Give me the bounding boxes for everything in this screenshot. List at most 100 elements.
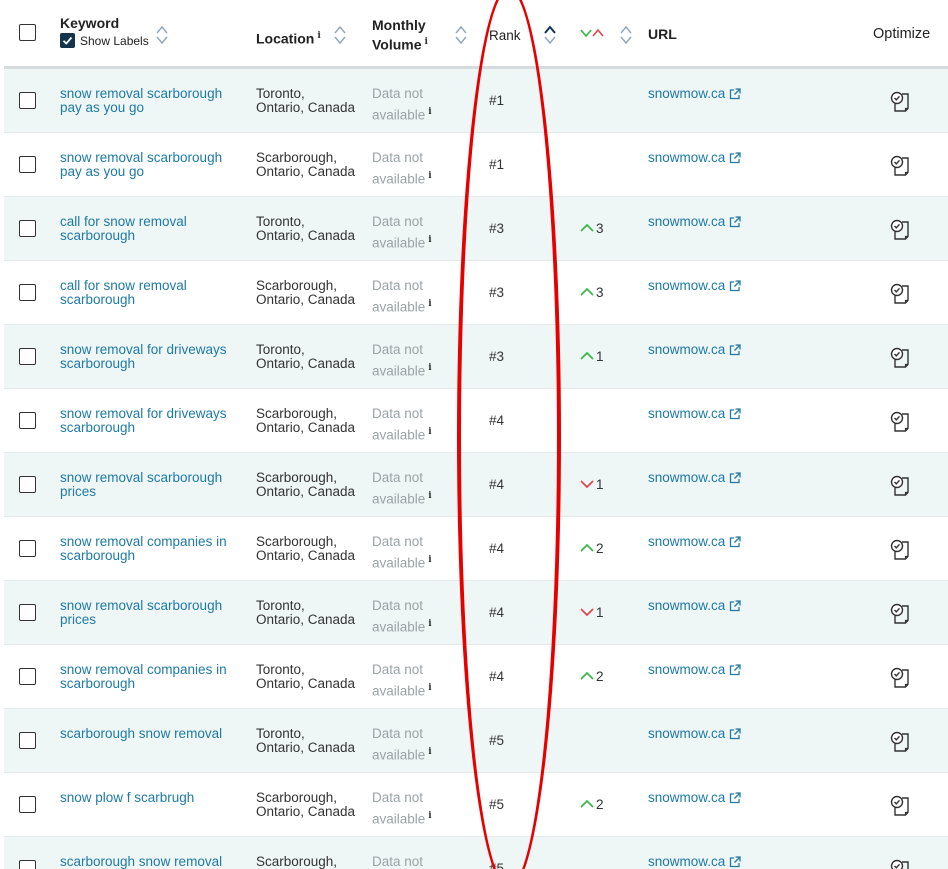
show-labels-checkbox[interactable] [60,33,75,48]
url-link[interactable]: snowmow.ca [648,663,741,677]
keyword-link[interactable]: call for snow removal scarborough [60,215,250,243]
optimize-button[interactable] [889,730,911,757]
volume-info-icon[interactable]: i [428,299,431,309]
volume-info-icon[interactable]: i [425,37,428,47]
location-text: Scarborough,Ontario, Canada [256,534,356,563]
sort-keyword-icon[interactable] [155,25,169,45]
location-info-icon[interactable]: i [317,31,320,41]
optimize-button[interactable] [889,858,911,869]
row-checkbox[interactable] [19,668,36,685]
location-text: Scarborough,Ontario, Canada [256,406,356,435]
row-checkbox[interactable] [19,796,36,813]
location-text: Toronto, Ontario, Canada [256,214,356,243]
rank-value: #4 [489,413,505,428]
optimize-button[interactable] [889,90,911,117]
location-text: Scarborough,Ontario, Canada [256,790,356,819]
row-checkbox[interactable] [19,860,36,869]
optimize-button[interactable] [889,666,911,693]
url-link[interactable]: snowmow.ca [648,599,741,613]
keyword-link[interactable]: snow removal scarborough prices [60,471,250,499]
table-row: snow removal companies in scarborough Tor… [4,645,948,709]
rank-value: #4 [489,477,505,492]
external-link-icon [730,216,741,228]
sort-volume-icon[interactable] [454,25,468,45]
row-checkbox[interactable] [19,284,36,301]
show-labels-toggle[interactable]: Show Labels [60,33,149,48]
keyword-link[interactable]: scarborough snow removal [60,727,250,741]
volume-info-icon[interactable]: i [428,427,431,437]
keyword-link[interactable]: snow removal scarborough prices [60,599,250,627]
select-all-checkbox[interactable] [19,24,36,41]
location-text: Scarborough,Ontario, Canada [256,470,356,499]
url-link[interactable]: snowmow.ca [648,151,741,165]
url-link[interactable]: snowmow.ca [648,407,741,421]
url-link[interactable]: snowmow.ca [648,855,741,869]
volume-info-icon[interactable]: i [428,235,431,245]
keyword-link[interactable]: snow removal for driveways scarborough [60,407,250,435]
table-row: snow removal for driveways scarborough Sc… [4,389,948,453]
optimize-button[interactable] [889,218,911,245]
volume-info-icon[interactable]: i [428,683,431,693]
optimize-button[interactable] [889,794,911,821]
rank-change: 1 [580,478,604,492]
rank-value: #4 [489,669,505,684]
location-text: Scarborough,Ontario, Canada [256,854,355,869]
url-link[interactable]: snowmow.ca [648,215,741,229]
row-checkbox[interactable] [19,476,36,493]
keyword-link[interactable]: snow removal companies in scarborough [60,535,250,563]
location-text: Toronto, Ontario, Canada [256,662,356,691]
monthly-volume-value: Data notavailablei [372,342,432,379]
volume-info-icon[interactable]: i [428,171,431,181]
url-link[interactable]: snowmow.ca [648,471,741,485]
table-row: snow removal companies in scarborough Sca… [4,517,948,581]
volume-info-icon[interactable]: i [428,491,431,501]
volume-info-icon[interactable]: i [428,747,431,757]
row-checkbox[interactable] [19,604,36,621]
keyword-link[interactable]: snow plow f scarbrugh [60,791,250,805]
optimize-button[interactable] [889,154,911,181]
row-checkbox[interactable] [19,348,36,365]
optimize-column-header: Optimize [873,26,931,42]
row-checkbox[interactable] [19,92,36,109]
url-link[interactable]: snowmow.ca [648,343,741,357]
optimize-button[interactable] [889,538,911,565]
url-link[interactable]: snowmow.ca [648,727,741,741]
location-column-header: Location i [256,30,321,47]
row-checkbox[interactable] [19,540,36,557]
table-header: Keyword Show Labels Location i Monthly Vo… [4,0,948,69]
sort-change-icon[interactable] [619,25,633,45]
sort-rank-icon[interactable] [543,25,557,45]
volume-info-icon[interactable]: i [428,363,431,373]
location-text: Toronto, Ontario, Canada [256,726,356,755]
table-row: snow removal scarborough prices Toronto, O… [4,581,948,645]
table-row: call for snow removal scarborough Toronto… [4,197,948,261]
row-checkbox[interactable] [19,220,36,237]
volume-info-icon[interactable]: i [428,107,431,117]
row-checkbox[interactable] [19,156,36,173]
show-labels-label: Show Labels [80,33,149,48]
volume-info-icon[interactable]: i [428,811,431,821]
optimize-button[interactable] [889,346,911,373]
keyword-link[interactable]: snow removal companies in scarborough [60,663,250,691]
keyword-link[interactable]: snow removal scarborough pay as you go [60,151,250,179]
volume-info-icon[interactable]: i [428,555,431,565]
url-link[interactable]: snowmow.ca [648,535,741,549]
url-column-header: URL [648,26,677,42]
optimize-button[interactable] [889,282,911,309]
keyword-link[interactable]: snow removal scarborough pay as you go [60,87,250,115]
url-link[interactable]: snowmow.ca [648,791,741,805]
keyword-link[interactable]: call for snow removal scarborough [60,279,250,307]
optimize-button[interactable] [889,602,911,629]
url-link[interactable]: snowmow.ca [648,279,741,293]
optimize-icon [890,283,909,304]
volume-info-icon[interactable]: i [428,619,431,629]
optimize-button[interactable] [889,474,911,501]
keyword-link[interactable]: snow removal for driveways scarborough [60,343,250,371]
keyword-link[interactable]: scarborough snow removal [60,855,250,869]
sort-location-icon[interactable] [333,25,347,45]
row-checkbox[interactable] [19,732,36,749]
monthly-volume-value: Data notavailablei [372,854,424,869]
optimize-button[interactable] [889,410,911,437]
row-checkbox[interactable] [19,412,36,429]
url-link[interactable]: snowmow.ca [648,87,741,101]
